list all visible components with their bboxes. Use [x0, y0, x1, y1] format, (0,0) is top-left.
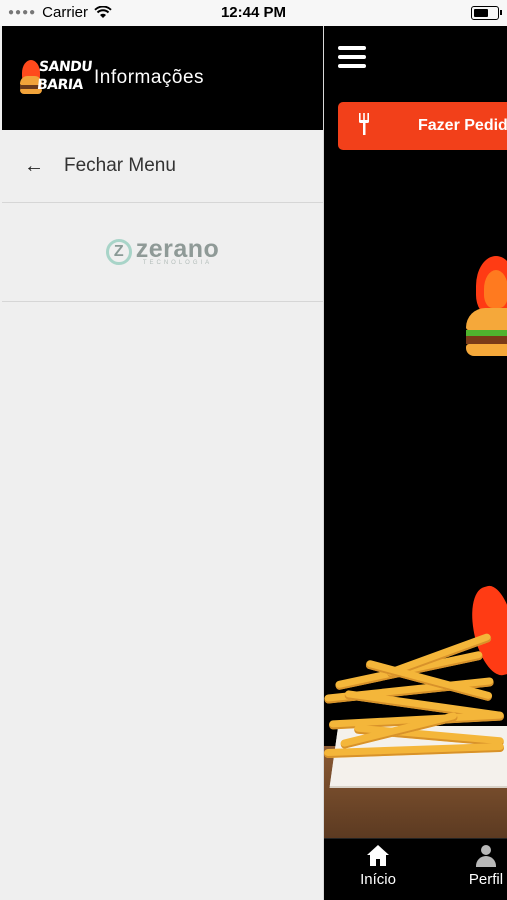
drawer-title: Informações	[94, 67, 205, 88]
home-icon	[367, 845, 389, 869]
order-button-label: Fazer Pedido	[418, 117, 507, 134]
main-content: Fazer Pedido Início Perfil	[324, 26, 507, 900]
zerano-mark-icon: Z	[105, 239, 132, 265]
burger-logo-image	[466, 256, 507, 376]
close-menu-label: Fechar Menu	[64, 155, 176, 176]
sanduiche-logo: SANDU BARIA	[20, 56, 93, 100]
brand-footer: Z zerano TECNOLOGIA	[2, 203, 323, 302]
hamburger-menu-icon[interactable]	[338, 46, 366, 68]
tab-home-label: Início	[360, 871, 396, 888]
side-drawer: SANDU BARIA Informações ← Fechar Menu Z z…	[2, 26, 324, 900]
drawer-header: SANDU BARIA Informações	[2, 26, 323, 130]
tab-home[interactable]: Início	[343, 845, 413, 888]
status-bar: ●●●● Carrier 12:44 PM	[0, 0, 507, 26]
clock: 12:44 PM	[220, 4, 287, 21]
close-menu-button[interactable]: ← Fechar Menu	[2, 130, 323, 203]
zerano-logo: Z zerano TECNOLOGIA	[105, 235, 220, 266]
brand-tagline: TECNOLOGIA	[142, 260, 213, 266]
tab-profile[interactable]: Perfil	[451, 845, 507, 888]
battery-icon	[471, 6, 502, 20]
brand-name: zerano	[135, 235, 220, 263]
user-icon	[475, 845, 497, 869]
tab-profile-label: Perfil	[468, 871, 504, 888]
fork-icon	[358, 112, 380, 140]
arrow-left-icon: ←	[24, 154, 44, 177]
fries-image	[324, 606, 507, 766]
bottom-tab-bar: Início Perfil	[324, 838, 507, 900]
order-button[interactable]: Fazer Pedido	[338, 102, 507, 150]
